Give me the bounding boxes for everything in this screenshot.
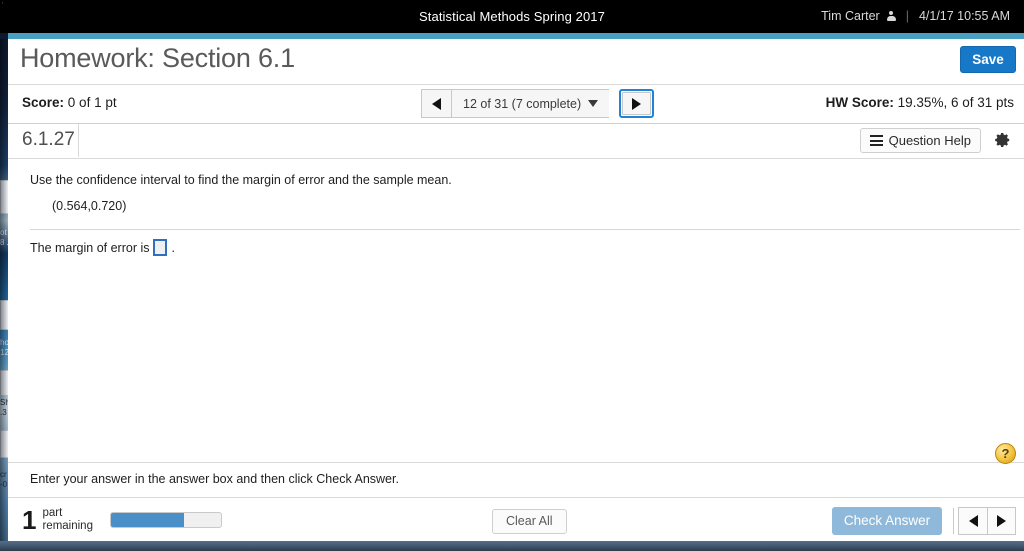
assignment-header: Homework: Section 6.1 Save [8,39,1024,85]
question-help-label: Question Help [888,133,971,148]
triangle-right-icon [997,515,1006,527]
help-badge-icon[interactable]: ? [995,443,1016,464]
score-display: Score: 0 of 1 pt [22,95,117,110]
answer-row: The margin of error is . [30,239,175,256]
gear-icon [995,133,1010,147]
footer-next-button[interactable] [987,507,1016,535]
pager-next-button[interactable] [622,92,652,115]
hw-score-value: 19.35%, 6 of 31 pts [897,95,1014,110]
question-content: Use the confidence interval to find the … [8,159,1024,462]
settings-button[interactable] [990,129,1012,151]
user-name[interactable]: Tim Carter [821,9,880,23]
triangle-left-icon [432,97,441,110]
top-bar: ' Statistical Methods Spring 2017 Tim Ca… [0,0,1024,33]
page-title: Homework: Section 6.1 [20,43,295,73]
parts-remaining-count: 1 [22,505,37,535]
instruction-bar: Enter your answer in the answer box and … [8,443,1024,498]
triangle-left-icon [968,515,978,527]
score-value: 0 of 1 pt [67,95,117,110]
score-label: Score: [22,95,65,110]
answer-input[interactable] [153,239,168,256]
footer-prev-button[interactable] [958,507,987,535]
parts-remaining: 1 part remaining [22,506,93,534]
clear-all-button[interactable]: Clear All [492,509,567,534]
list-icon [869,135,883,146]
progress-bar [110,512,222,528]
divider [953,508,954,534]
question-pager: 12 of 31 (7 complete) [421,89,655,118]
pager-prev-button[interactable] [421,89,452,118]
parts-remaining-label: part remaining [42,507,93,533]
divider [78,124,79,157]
hw-score-display: HW Score: 19.35%, 6 of 31 pts [826,95,1014,110]
assignment-window: Homework: Section 6.1 Save Score: 0 of 1… [8,39,1024,545]
answer-label-after: . [171,240,175,255]
question-id: 6.1.27 [22,129,75,150]
triangle-right-icon [632,97,642,110]
user-area: Tim Carter | 4/1/17 10:55 AM [821,9,1010,23]
pager-current-label: 12 of 31 (7 complete) [463,96,582,111]
hw-score-label: HW Score: [825,95,894,110]
topbar-corner-marker: ' [2,2,4,9]
parts-label-line2: remaining [42,520,93,532]
pager-dropdown[interactable]: 12 of 31 (7 complete) [452,89,610,118]
desktop-bottom-strip [0,541,1024,551]
parts-label-line1: part [42,507,63,519]
question-id-bar: 6.1.27 Question Help [8,124,1024,159]
question-help-button[interactable]: Question Help [859,128,981,153]
footer-navigation [958,507,1016,535]
check-answer-button[interactable]: Check Answer [832,507,942,535]
question-prompt: Use the confidence interval to find the … [30,173,452,187]
instruction-text: Enter your answer in the answer box and … [30,472,399,486]
save-button[interactable]: Save [960,46,1016,73]
chevron-down-icon [588,100,599,107]
content-divider [30,229,1020,230]
answer-label-before: The margin of error is [30,240,150,255]
topbar-divider: | [905,9,909,23]
footer-toolbar: 1 part remaining Clear All Check Answer [8,498,1024,545]
pager-next-focus-ring [619,89,655,118]
progress-bar-fill [111,513,184,527]
timestamp: 4/1/17 10:55 AM [918,9,1010,23]
person-icon[interactable] [886,10,896,22]
question-interval-value: (0.564,0.720) [52,199,127,213]
score-bar: Score: 0 of 1 pt 12 of 31 (7 complete) H… [8,85,1024,124]
